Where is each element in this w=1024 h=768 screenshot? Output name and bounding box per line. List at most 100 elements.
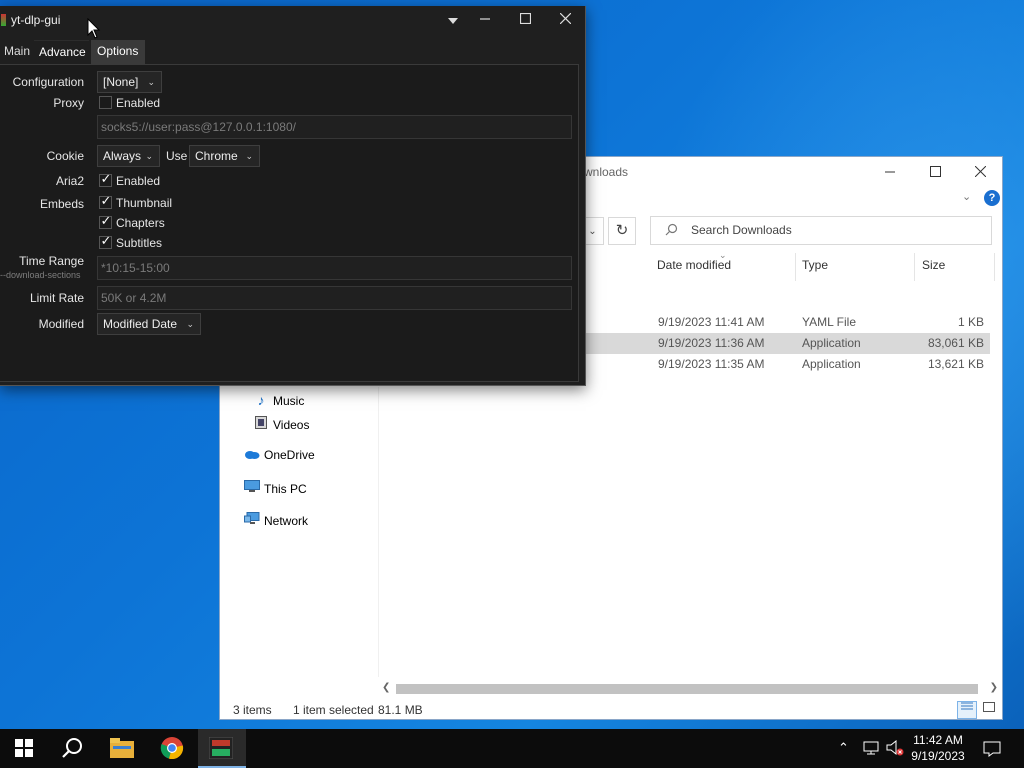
use-label: Use xyxy=(166,149,188,163)
show-hidden-icons-chevron-icon[interactable]: ⌃ xyxy=(838,740,849,756)
maximize-button[interactable] xyxy=(917,161,953,183)
close-button[interactable] xyxy=(962,161,998,183)
aria2-label: Aria2 xyxy=(55,174,84,188)
large-icons-view-button[interactable] xyxy=(979,701,999,719)
start-button[interactable] xyxy=(0,729,48,768)
notifications-icon[interactable] xyxy=(983,741,1001,757)
time-range-field[interactable] xyxy=(97,256,572,280)
modified-select[interactable]: Modified Date ⌄ xyxy=(97,313,201,335)
column-divider[interactable] xyxy=(914,253,915,281)
nav-item-network[interactable]: Network xyxy=(244,512,308,532)
taskbar-yt-dlp-gui[interactable] xyxy=(198,729,246,768)
yt-maximize-button[interactable] xyxy=(507,9,543,31)
horizontal-scrollbar[interactable]: ❮ ❯ xyxy=(380,682,1000,696)
search-box[interactable] xyxy=(650,216,992,245)
file-type: YAML File xyxy=(802,315,857,329)
yt-advance-panel: Configuration [None] ⌄ Proxy Enabled Coo… xyxy=(0,64,579,382)
cookie-mode-select[interactable]: Always ⌄ xyxy=(97,145,160,167)
network-status-icon[interactable] xyxy=(863,741,879,755)
status-bar: 3 items 1 item selected 81.1 MB xyxy=(220,701,1002,721)
file-type: Application xyxy=(802,357,861,371)
configuration-select[interactable]: [None] ⌄ xyxy=(97,71,162,93)
this-pc-icon xyxy=(244,480,260,496)
column-header-date-modified[interactable]: Date modified xyxy=(657,258,731,278)
modified-value: Modified Date xyxy=(103,317,178,331)
limit-rate-input[interactable] xyxy=(98,287,571,309)
nav-label: Music xyxy=(273,394,305,408)
proxy-url-field[interactable] xyxy=(97,115,572,139)
music-icon: ♪ xyxy=(257,392,265,408)
expand-ribbon-chevron-icon[interactable]: ⌄ xyxy=(962,190,971,203)
yt-close-button[interactable] xyxy=(547,9,583,31)
tab-main[interactable]: Main xyxy=(0,40,34,64)
file-size: 83,061 KB xyxy=(927,336,984,350)
proxy-url-input[interactable] xyxy=(98,116,571,138)
details-view-icon xyxy=(961,702,973,710)
limit-rate-label: Limit Rate xyxy=(29,291,84,305)
column-header-size[interactable]: Size xyxy=(922,258,945,278)
modified-label: Modified xyxy=(38,317,84,331)
file-row-selected[interactable]: 9/19/2023 11:36 AM Application 83,061 KB xyxy=(580,333,990,354)
scrollbar-thumb[interactable] xyxy=(396,684,978,694)
time-range-input[interactable] xyxy=(98,257,571,279)
taskbar-chrome[interactable] xyxy=(148,729,196,768)
search-icon xyxy=(665,223,678,236)
network-icon xyxy=(244,512,260,528)
proxy-label: Proxy xyxy=(53,96,84,110)
nav-item-this-pc[interactable]: This PC xyxy=(244,480,307,500)
file-date: 9/19/2023 11:36 AM xyxy=(658,336,765,350)
scroll-left-arrow-icon[interactable]: ❮ xyxy=(382,682,390,693)
nav-label: Videos xyxy=(273,418,310,432)
nav-label: Network xyxy=(264,514,309,528)
details-view-button[interactable] xyxy=(957,701,977,719)
column-header-type[interactable]: Type xyxy=(802,258,828,278)
clock-date: 9/19/2023 xyxy=(911,749,965,763)
tab-options[interactable]: Options xyxy=(91,40,145,64)
checkmark-icon: ✓ xyxy=(100,171,112,186)
cookie-browser-select[interactable]: Chrome ⌄ xyxy=(189,145,260,167)
nav-item-music[interactable]: ♪ Music xyxy=(253,392,305,412)
configuration-value: [None] xyxy=(103,75,139,89)
nav-item-onedrive[interactable]: OneDrive xyxy=(244,448,315,468)
mouse-cursor-icon xyxy=(87,18,101,39)
proxy-enabled-label: Enabled xyxy=(116,96,161,110)
nav-item-videos[interactable]: Videos xyxy=(253,416,309,436)
navigation-pane-divider xyxy=(378,387,379,677)
yt-dropdown-menu-button[interactable] xyxy=(435,9,471,31)
file-row[interactable]: 9/19/2023 11:41 AM YAML File 1 KB xyxy=(580,312,990,333)
taskbar-file-explorer[interactable] xyxy=(98,729,146,768)
yt-dlp-gui-window[interactable]: yt-dlp-gui Main Advance Options Configur… xyxy=(0,6,586,386)
file-size: 13,621 KB xyxy=(927,357,984,371)
volume-muted-icon[interactable] xyxy=(886,740,904,756)
cookie-mode-value: Always xyxy=(103,149,142,163)
time-range-label: Time Range xyxy=(19,254,84,268)
minimize-icon xyxy=(885,171,895,173)
file-row[interactable]: 9/19/2023 11:35 AM Application 13,621 KB xyxy=(580,354,990,375)
chevron-down-icon: ⌄ xyxy=(186,319,194,329)
limit-rate-field[interactable] xyxy=(97,286,572,310)
tab-advance[interactable]: Advance xyxy=(34,40,89,64)
minimize-button[interactable] xyxy=(872,161,908,183)
start-icon xyxy=(15,739,33,757)
large-icons-view-icon xyxy=(983,702,995,712)
search-icon xyxy=(62,738,82,758)
help-icon[interactable]: ? xyxy=(984,190,1000,206)
scroll-right-arrow-icon[interactable]: ❯ xyxy=(990,682,998,693)
taskbar-clock[interactable]: 11:42 AM 9/19/2023 xyxy=(903,732,973,764)
checkmark-icon: ✓ xyxy=(100,233,112,248)
search-input[interactable] xyxy=(691,223,971,237)
chrome-icon xyxy=(160,737,184,760)
refresh-button[interactable]: ↻ xyxy=(608,217,636,245)
column-divider[interactable] xyxy=(795,253,796,281)
nav-label: OneDrive xyxy=(264,448,315,462)
column-divider[interactable] xyxy=(994,253,995,281)
file-date: 9/19/2023 11:35 AM xyxy=(658,357,765,371)
yt-dlp-gui-icon xyxy=(209,737,233,759)
embed-subtitles-label: Subtitles xyxy=(116,236,163,250)
taskbar-search-button[interactable] xyxy=(48,729,96,768)
embed-thumbnail-label: Thumbnail xyxy=(116,196,173,210)
yt-minimize-button[interactable] xyxy=(467,9,503,31)
file-size: 1 KB xyxy=(957,315,984,329)
chevron-down-icon: ⌄ xyxy=(145,151,153,161)
file-explorer-icon xyxy=(110,738,134,758)
